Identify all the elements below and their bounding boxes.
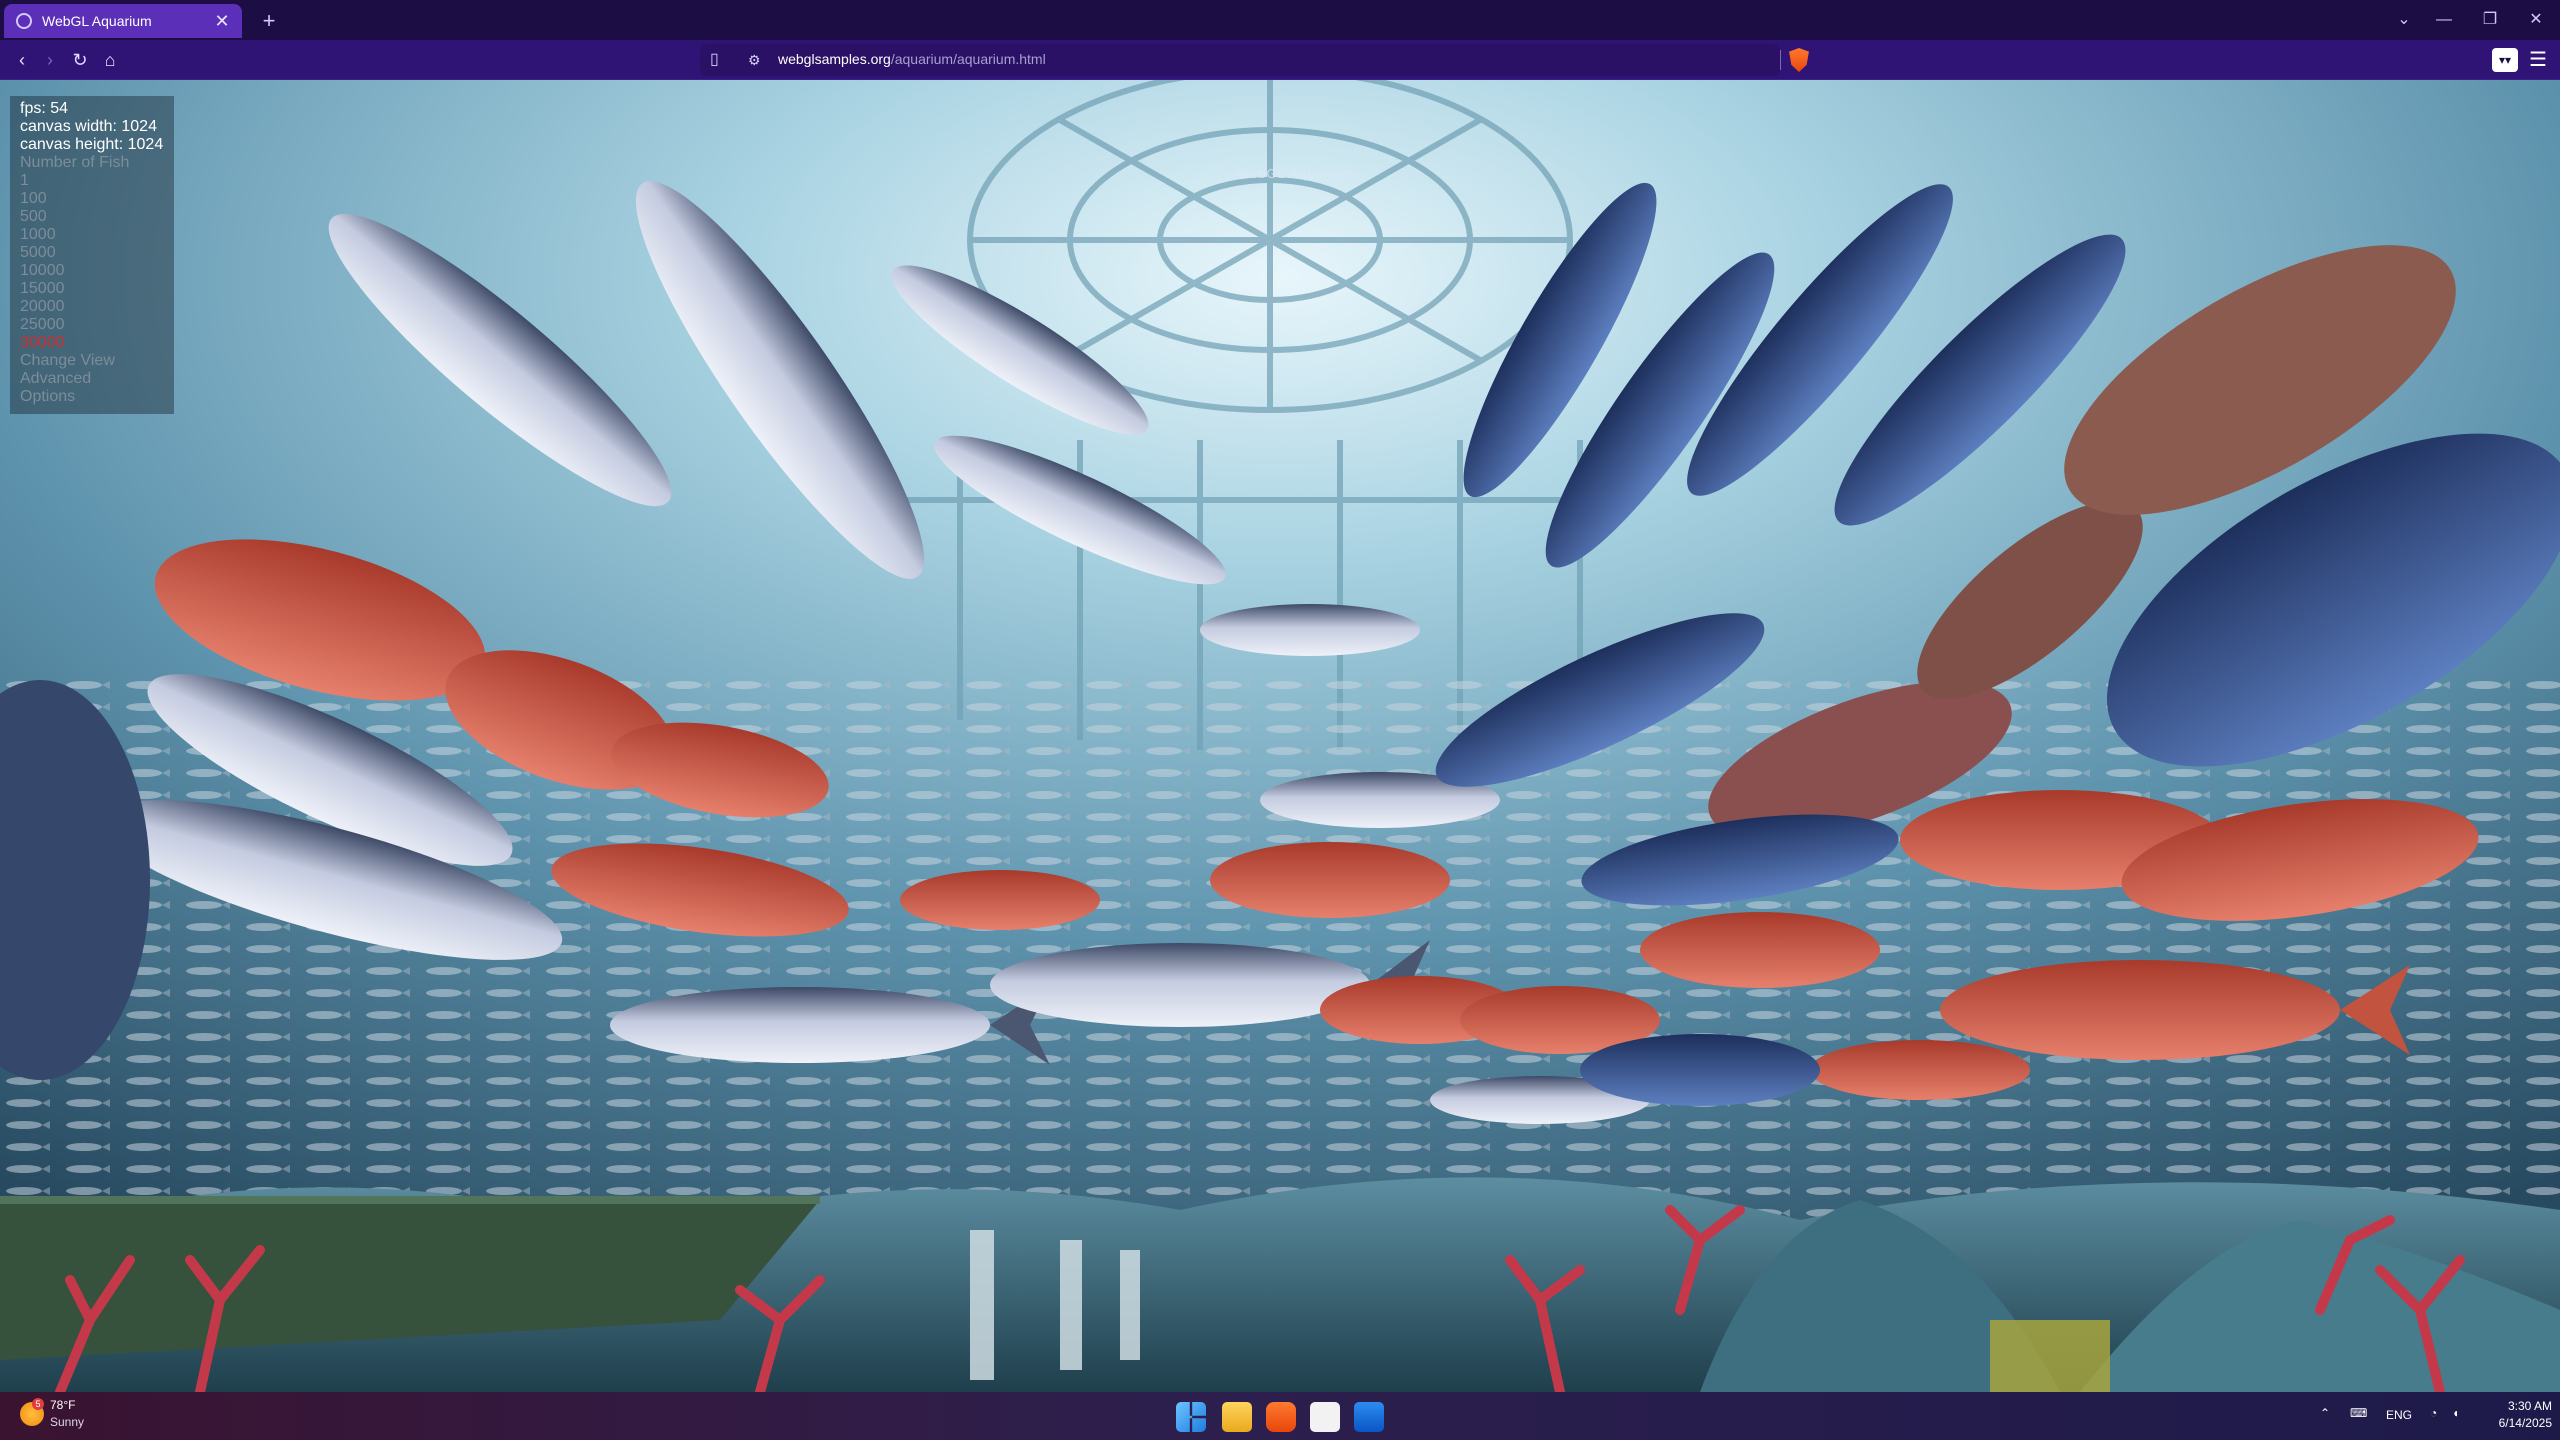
- tab-webgl-aquarium[interactable]: WebGL Aquarium ✕: [4, 4, 242, 38]
- weather-description[interactable]: Sunny: [50, 1415, 84, 1429]
- minimize-button[interactable]: —: [2424, 6, 2464, 34]
- address-bar[interactable]: ▯ ⚙ webglsamples.org/aquarium/aquarium.h…: [700, 44, 1781, 76]
- keyboard-icon[interactable]: ⌨: [2350, 1406, 2367, 1420]
- fish-option-25000[interactable]: 25000: [20, 316, 164, 334]
- fish-option-20000[interactable]: 20000: [20, 298, 164, 316]
- close-tab-icon[interactable]: ✕: [210, 9, 234, 33]
- url-text[interactable]: webglsamples.org/aquarium/aquarium.html: [778, 51, 1046, 67]
- reload-button[interactable]: ↻: [68, 48, 92, 72]
- brave-browser-icon[interactable]: [1266, 1402, 1296, 1432]
- canvas-height-readout: canvas height: 1024: [20, 136, 164, 153]
- language-indicator[interactable]: ENG: [2386, 1408, 2412, 1422]
- scene-title: WebGL Aquarium: [1237, 166, 1353, 181]
- fish-option-1000[interactable]: 1000: [20, 226, 164, 244]
- new-tab-button[interactable]: +: [256, 8, 282, 34]
- tab-search-button[interactable]: ⌄: [2384, 6, 2424, 34]
- fish-option-30000[interactable]: 30000: [20, 334, 164, 352]
- weather-temperature[interactable]: 78°F: [50, 1398, 75, 1412]
- address-bar-divider: [1780, 50, 1781, 70]
- weather-badge: 5: [32, 1398, 44, 1410]
- clock-time: 3:30 AM: [2507, 1399, 2552, 1413]
- fish-option-10000[interactable]: 10000: [20, 262, 164, 280]
- home-button[interactable]: ⌂: [98, 48, 122, 72]
- change-view-link[interactable]: Change View: [20, 352, 164, 370]
- fish-option-100[interactable]: 100: [20, 190, 164, 208]
- volume-icon[interactable]: ◖: [2452, 1406, 2459, 1420]
- fish-option-1[interactable]: 1: [20, 172, 164, 190]
- fish-option-500[interactable]: 500: [20, 208, 164, 226]
- aquarium-canvas[interactable]: WebGL Aquarium: [0, 80, 2560, 1392]
- aquarium-controls-panel: fps: 54 canvas width: 1024 canvas height…: [10, 96, 174, 414]
- fish-count-heading: Number of Fish: [20, 154, 130, 171]
- wifi-icon[interactable]: ◔: [2430, 1406, 2437, 1420]
- microsoft-store-icon[interactable]: [1310, 1402, 1340, 1432]
- clock-date: 6/14/2025: [2498, 1416, 2552, 1430]
- system-clock[interactable]: 3:30 AM 6/14/2025: [2460, 1398, 2552, 1432]
- options-link[interactable]: Options: [20, 388, 164, 406]
- file-explorer-icon[interactable]: [1222, 1402, 1252, 1432]
- show-hidden-icons-icon[interactable]: ⌃: [2320, 1406, 2330, 1420]
- forward-button[interactable]: ›: [38, 48, 62, 72]
- close-window-button[interactable]: ✕: [2516, 6, 2556, 34]
- globe-icon: [16, 13, 32, 29]
- aquarium-render: [0, 80, 2560, 1392]
- restore-button[interactable]: ❐: [2470, 6, 2510, 34]
- back-button[interactable]: ‹: [10, 48, 34, 72]
- browser-toolbar: ‹ › ↻ ⌂ ▯ ⚙ webglsamples.org/aquarium/aq…: [0, 40, 2560, 80]
- advanced-link[interactable]: Advanced: [20, 370, 164, 388]
- main-menu-button[interactable]: ☰: [2526, 48, 2550, 72]
- fish-option-5000[interactable]: 5000: [20, 244, 164, 262]
- tab-title: WebGL Aquarium: [42, 13, 152, 29]
- wallet-icon[interactable]: ▾▾: [2492, 48, 2518, 72]
- url-host: webglsamples.org: [778, 51, 891, 67]
- outlook-icon[interactable]: [1354, 1402, 1384, 1432]
- fish-option-15000[interactable]: 15000: [20, 280, 164, 298]
- fps-readout: fps: 54: [20, 100, 69, 117]
- canvas-width-readout: canvas width: 1024: [20, 118, 157, 135]
- browser-tab-strip: WebGL Aquarium ✕ + ⌄ — ❐ ✕: [0, 0, 2560, 40]
- brave-shields-icon[interactable]: [1789, 48, 1809, 72]
- bookmark-icon[interactable]: ▯: [710, 48, 726, 72]
- site-settings-icon[interactable]: ⚙: [748, 48, 764, 72]
- url-path: /aquarium/aquarium.html: [890, 51, 1046, 67]
